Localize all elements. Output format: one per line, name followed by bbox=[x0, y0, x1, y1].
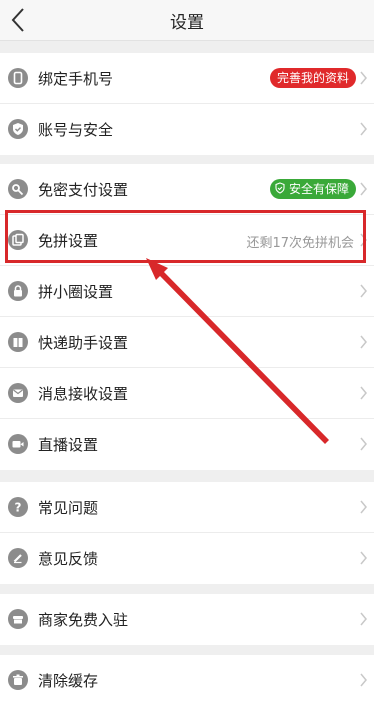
row-label: 商家免费入驻 bbox=[38, 611, 129, 629]
row-label: 拼小圈设置 bbox=[38, 283, 114, 301]
settings-group-storage: 清除缓存 bbox=[0, 655, 374, 706]
lock-icon bbox=[8, 281, 28, 301]
settings-group-merchant: 商家免费入驻 bbox=[0, 594, 374, 645]
badge-text: 安全有保障 bbox=[288, 182, 349, 196]
store-icon bbox=[8, 609, 28, 629]
row-label: 直播设置 bbox=[38, 436, 99, 454]
mail-icon bbox=[8, 383, 28, 403]
row-label: 绑定手机号 bbox=[38, 70, 114, 88]
row-message-receive[interactable]: 消息接收设置 bbox=[0, 368, 374, 419]
row-account-security[interactable]: 账号与安全 bbox=[0, 104, 374, 155]
chevron-right-icon bbox=[360, 182, 367, 196]
page-title: 设置 bbox=[170, 13, 204, 33]
chevron-right-icon bbox=[360, 122, 367, 136]
row-courier-assistant[interactable]: 快递助手设置 bbox=[0, 317, 374, 368]
chevron-right-icon bbox=[360, 612, 367, 626]
settings-group-profile: 绑定手机号 完善我的资料 账号与安全 bbox=[0, 53, 374, 155]
top-nav-bar: 设置 bbox=[0, 0, 374, 41]
chevron-right-icon bbox=[360, 673, 367, 687]
question-icon: ? bbox=[8, 497, 28, 517]
complete-profile-badge[interactable]: 完善我的资料 bbox=[269, 68, 356, 88]
shield-icon bbox=[275, 182, 285, 194]
row-bind-phone[interactable]: 绑定手机号 完善我的资料 bbox=[0, 53, 374, 104]
row-label: 免密支付设置 bbox=[38, 181, 129, 199]
svg-text:?: ? bbox=[15, 501, 22, 515]
row-password-free-pay[interactable]: 免密支付设置 安全有保障 bbox=[0, 164, 374, 215]
key-icon bbox=[8, 179, 28, 199]
shield-check-icon bbox=[8, 119, 28, 139]
trash-icon bbox=[8, 670, 28, 690]
row-faq[interactable]: ? 常见问题 bbox=[0, 482, 374, 533]
row-label: 快递助手设置 bbox=[38, 334, 129, 352]
chevron-right-icon bbox=[360, 437, 367, 451]
row-live-stream[interactable]: 直播设置 bbox=[0, 419, 374, 470]
row-label: 账号与安全 bbox=[38, 121, 114, 139]
chevron-right-icon bbox=[360, 386, 367, 400]
row-merchant-join[interactable]: 商家免费入驻 bbox=[0, 594, 374, 645]
video-camera-icon bbox=[8, 434, 28, 454]
safety-guarantee-badge: 安全有保障 bbox=[269, 179, 356, 199]
row-feedback[interactable]: 意见反馈 bbox=[0, 533, 374, 584]
settings-group-help: ? 常见问题 意见反馈 bbox=[0, 482, 374, 584]
chevron-right-icon bbox=[360, 551, 367, 565]
row-group-circle[interactable]: 拼小圈设置 bbox=[0, 266, 374, 317]
row-label: 清除缓存 bbox=[38, 672, 99, 690]
pencil-icon bbox=[8, 548, 28, 568]
row-clear-cache[interactable]: 清除缓存 bbox=[0, 655, 374, 706]
chevron-right-icon bbox=[360, 284, 367, 298]
row-label: 意见反馈 bbox=[38, 550, 99, 568]
chevron-right-icon bbox=[360, 335, 367, 349]
highlight-box bbox=[5, 210, 366, 263]
chevron-right-icon bbox=[360, 500, 367, 514]
package-icon bbox=[8, 332, 28, 352]
chevron-right-icon bbox=[360, 71, 367, 85]
phone-icon bbox=[8, 68, 28, 88]
row-label: 常见问题 bbox=[38, 499, 99, 517]
row-label: 消息接收设置 bbox=[38, 385, 129, 403]
